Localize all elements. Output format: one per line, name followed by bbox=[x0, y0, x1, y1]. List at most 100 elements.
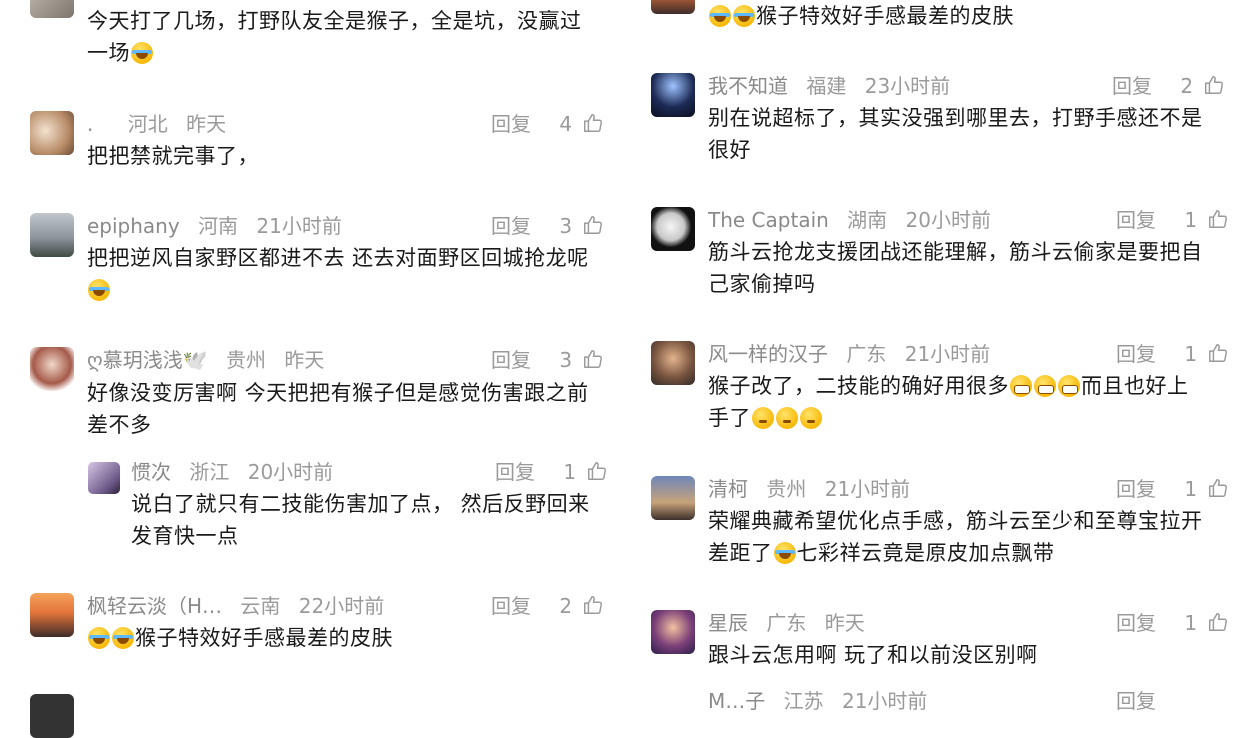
avatar[interactable] bbox=[88, 462, 120, 494]
laugh-cry-emoji-icon bbox=[131, 42, 153, 64]
avatar[interactable] bbox=[651, 610, 695, 654]
comment-meta: 我不知道 福建 23小时前 bbox=[708, 71, 962, 101]
thumbs-up-icon[interactable] bbox=[1203, 74, 1225, 96]
comment-meta: 枫轻云淡（H… 云南 22小时前 bbox=[87, 591, 396, 621]
username[interactable]: 星辰 bbox=[708, 611, 748, 635]
timestamp: 昨天 bbox=[186, 112, 227, 136]
comment-meta: epiphany 河南 21小时前 bbox=[87, 211, 354, 241]
thumbs-up-icon[interactable] bbox=[1207, 611, 1229, 633]
username[interactable]: The Captain bbox=[708, 208, 829, 232]
avatar[interactable] bbox=[651, 0, 695, 14]
reply-button[interactable]: 回复 bbox=[1116, 208, 1156, 232]
timestamp: 20小时前 bbox=[905, 208, 991, 232]
avatar[interactable] bbox=[30, 111, 74, 155]
reply-button[interactable]: 回复 bbox=[491, 348, 531, 372]
comment-meta: 清柯 贵州 21小时前 bbox=[708, 474, 922, 504]
username[interactable]: ღ慕玥浅浅🕊️ bbox=[87, 348, 208, 372]
left-comment-column: 今天打了几场，打野队友全是猴子，全是坑，没赢过 一场 . 河北 昨天 回复 4 … bbox=[0, 0, 607, 738]
location: 广东 bbox=[846, 342, 887, 366]
reply-button[interactable]: 回复 bbox=[491, 594, 531, 618]
comment-actions: 回复 1 bbox=[1116, 474, 1229, 504]
timestamp: 21小时前 bbox=[824, 477, 911, 501]
comment-text: 猴子特效好手感最差的皮肤 bbox=[708, 0, 1218, 32]
timestamp: 23小时前 bbox=[864, 74, 951, 98]
laugh-cry-emoji-icon bbox=[112, 627, 134, 649]
location: 云南 bbox=[240, 594, 281, 618]
comment-actions: 回复 3 bbox=[491, 345, 604, 375]
reply-button[interactable]: 回复 bbox=[491, 214, 531, 238]
laugh-cry-emoji-icon bbox=[773, 542, 796, 564]
laugh-cry-emoji-icon bbox=[88, 279, 110, 301]
username[interactable]: 我不知道 bbox=[708, 74, 788, 98]
reply-button[interactable]: 回复 bbox=[1116, 477, 1156, 501]
thumbs-up-icon[interactable] bbox=[1207, 208, 1229, 230]
avatar[interactable] bbox=[30, 213, 74, 257]
grin-emoji-icon bbox=[1058, 375, 1080, 397]
username[interactable]: 清柯 bbox=[708, 477, 748, 501]
thumbs-up-icon[interactable] bbox=[582, 348, 604, 370]
username[interactable]: 惯次 bbox=[131, 460, 171, 484]
thinking-emoji-icon bbox=[776, 407, 798, 429]
like-count: 3 bbox=[559, 214, 573, 238]
comment-meta: ღ慕玥浅浅🕊️ 贵州 昨天 bbox=[87, 345, 336, 375]
reply-button[interactable]: 回复 bbox=[491, 112, 531, 136]
username[interactable]: 枫轻云淡（H… bbox=[87, 594, 222, 618]
like-count: 1 bbox=[563, 460, 577, 484]
reply-text: 说白了就只有二技能伤害加了点， 然后反野回来 发育快一点 bbox=[131, 492, 590, 548]
reply-button[interactable]: 回复 bbox=[1116, 689, 1156, 713]
thumbs-up-icon[interactable] bbox=[586, 460, 608, 482]
comment-text: 别在说超标了，其实没强到哪里去，打野手感还不是 很好 bbox=[708, 106, 1203, 162]
avatar[interactable] bbox=[651, 73, 695, 117]
thumbs-up-icon[interactable] bbox=[1207, 477, 1229, 499]
thumbs-up-icon[interactable] bbox=[582, 214, 604, 236]
grin-emoji-icon bbox=[1010, 375, 1032, 397]
comment-text: 把把禁就完事了， bbox=[87, 144, 259, 168]
comment-text: 猴子特效好手感最差的皮肤 bbox=[87, 622, 597, 654]
laugh-cry-emoji-icon bbox=[733, 5, 755, 27]
like-count: 2 bbox=[559, 594, 573, 618]
like-count: 1 bbox=[1184, 208, 1198, 232]
comment-text: 荣耀典藏希望优化点手感，筋斗云至少和至尊宝拉开 差距了 七彩祥云竟是原皮加点飘带 bbox=[708, 509, 1203, 565]
comment-actions: 回复 1 bbox=[1116, 339, 1229, 369]
comment-text: 筋斗云抢龙支援团战还能理解，筋斗云偷家是要把自 己家偷掉吗 bbox=[708, 240, 1203, 296]
avatar[interactable] bbox=[651, 476, 695, 520]
avatar[interactable] bbox=[651, 341, 695, 385]
timestamp: 22小时前 bbox=[298, 594, 385, 618]
location: 河南 bbox=[198, 214, 239, 238]
comment-meta: 风一样的汉子 广东 21小时前 bbox=[708, 339, 1002, 369]
reply-button[interactable]: 回复 bbox=[1112, 74, 1152, 98]
comment-actions: 回复 1 bbox=[1116, 608, 1229, 638]
comment-text: 好像没变厉害啊 今天把把有猴子但是感觉伤害跟之前 差不多 bbox=[87, 381, 589, 437]
comment-text: 把把逆风自家野区都进不去 还去对面野区回城抢龙呢 bbox=[87, 242, 597, 306]
reply-button[interactable]: 回复 bbox=[1116, 611, 1156, 635]
like-count: 4 bbox=[559, 112, 573, 136]
comment-text: 今天打了几场，打野队友全是猴子，全是坑，没赢过 一场 bbox=[87, 9, 582, 65]
username[interactable]: epiphany bbox=[87, 214, 180, 238]
username[interactable]: . bbox=[87, 112, 93, 136]
avatar[interactable] bbox=[30, 593, 74, 637]
like-count: 1 bbox=[1184, 342, 1198, 366]
comment-text: 跟斗云怎用啊 玩了和以前没区别啊 bbox=[708, 643, 1038, 667]
thumbs-up-icon[interactable] bbox=[582, 112, 604, 134]
grin-emoji-icon bbox=[1034, 375, 1056, 397]
location: 贵州 bbox=[766, 477, 807, 501]
thumbs-up-icon[interactable] bbox=[582, 594, 604, 616]
like-count: 3 bbox=[559, 348, 573, 372]
reply-button[interactable]: 回复 bbox=[495, 460, 535, 484]
avatar[interactable] bbox=[651, 207, 695, 251]
timestamp: 21小时前 bbox=[904, 342, 991, 366]
comment-meta: The Captain 湖南 20小时前 bbox=[708, 205, 1003, 235]
avatar[interactable] bbox=[30, 0, 74, 18]
thumbs-up-icon[interactable] bbox=[1207, 342, 1229, 364]
location: 贵州 bbox=[225, 348, 266, 372]
username[interactable]: 风一样的汉子 bbox=[708, 342, 828, 366]
comment-actions: 回复 1 bbox=[495, 457, 608, 487]
comment-actions: 回复 3 bbox=[491, 211, 604, 241]
location: 湖南 bbox=[847, 208, 888, 232]
username[interactable]: M…子 bbox=[708, 689, 765, 713]
avatar[interactable] bbox=[30, 694, 74, 738]
reply-button[interactable]: 回复 bbox=[1116, 342, 1156, 366]
avatar[interactable] bbox=[30, 347, 74, 391]
thinking-emoji-icon bbox=[800, 407, 822, 429]
right-comment-column: 猴子特效好手感最差的皮肤 我不知道 福建 23小时前 回复 2 别在说超标了，其… bbox=[621, 0, 1228, 713]
